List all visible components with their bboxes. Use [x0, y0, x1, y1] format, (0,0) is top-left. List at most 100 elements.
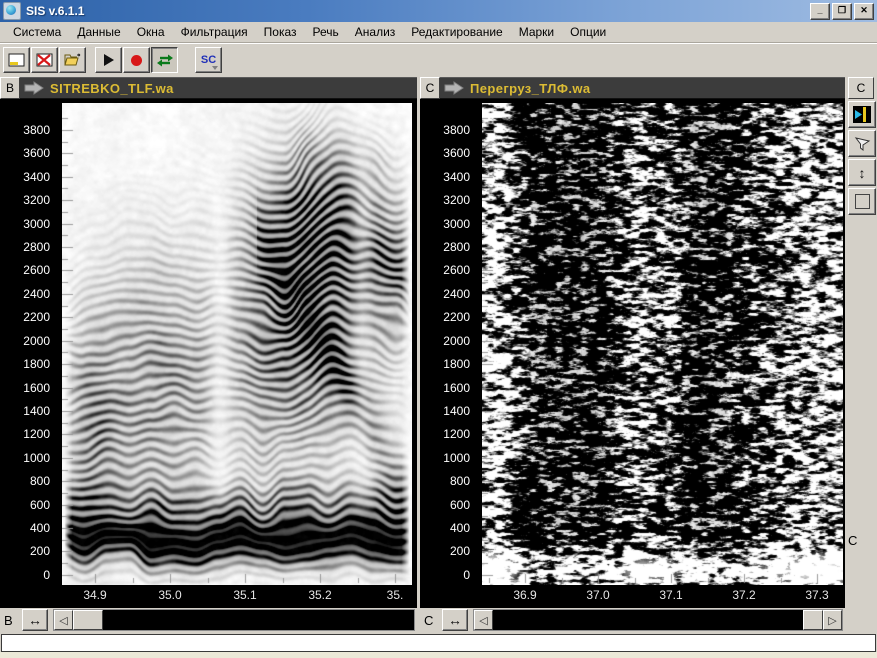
- x-tick-label: 37.3: [805, 588, 828, 602]
- panel-left-scroll-thumb[interactable]: [73, 610, 103, 630]
- menu-item-6[interactable]: Анализ: [347, 23, 404, 41]
- spectrogram-canvas-left[interactable]: [62, 103, 412, 585]
- y-tick-label: 2000: [420, 334, 470, 348]
- menu-item-2[interactable]: Окна: [129, 23, 173, 41]
- record-icon: [131, 55, 142, 66]
- y-tick-label: 400: [420, 521, 470, 535]
- panel-right-filename: Перегруз_ТЛФ.wa: [470, 81, 590, 96]
- menu-item-5[interactable]: Речь: [305, 23, 347, 41]
- status-bar: [1, 634, 876, 652]
- sc-button[interactable]: SC: [195, 47, 222, 73]
- panel-right-corner-button-far[interactable]: C: [848, 77, 874, 99]
- panel-left-scroll-track[interactable]: [103, 610, 414, 630]
- y-tick-label: 200: [0, 544, 50, 558]
- y-tick-label: 1600: [0, 381, 50, 395]
- y-tick-label: 3200: [0, 193, 50, 207]
- y-tick-label: 3200: [420, 193, 470, 207]
- y-tick-label: 2200: [0, 310, 50, 324]
- menu-item-7[interactable]: Редактирование: [403, 23, 510, 41]
- window-title: SIS v.6.1.1: [26, 4, 810, 18]
- x-tick-label: 35.2: [308, 588, 331, 602]
- spectrogram-panel-left: B SITREBKO_TLF.wa 3800360034003200300028…: [0, 77, 417, 632]
- new-window-button[interactable]: [3, 47, 30, 73]
- y-tick-label: 3400: [420, 170, 470, 184]
- y-tick-label: 1200: [420, 427, 470, 441]
- y-tick-label: 2400: [420, 287, 470, 301]
- selection-rect-button[interactable]: [848, 188, 876, 215]
- x-tick-label: 36.9: [513, 588, 536, 602]
- panel-right-scrollbar[interactable]: ◁ ▷: [473, 609, 843, 631]
- scroll-left-arrow-icon[interactable]: ◁: [54, 610, 73, 630]
- panel-left-fit-button[interactable]: ↔: [22, 609, 48, 631]
- panel-right-scroll-track[interactable]: [493, 610, 803, 630]
- y-tick-label: 1600: [420, 381, 470, 395]
- close-window-button[interactable]: [31, 47, 58, 73]
- bottom-strip: [0, 652, 877, 658]
- play-button[interactable]: [95, 47, 122, 73]
- playback-position-button[interactable]: [848, 101, 876, 128]
- y-tick-label: 2000: [0, 334, 50, 348]
- menu-item-3[interactable]: Фильтрация: [173, 23, 256, 41]
- menu-item-8[interactable]: Марки: [511, 23, 562, 41]
- scroll-right-arrow-icon[interactable]: ▷: [823, 610, 842, 630]
- panel-left-corner-button[interactable]: B: [0, 77, 20, 99]
- scroll-left-arrow-icon[interactable]: ◁: [474, 610, 493, 630]
- y-tick-label: 2600: [420, 263, 470, 277]
- open-file-button[interactable]: [59, 47, 86, 73]
- x-tick-label: 35.0: [158, 588, 181, 602]
- y-tick-label: 600: [0, 498, 50, 512]
- play-direction-icon: [444, 81, 465, 95]
- panel-left-filename: SITREBKO_TLF.wa: [50, 81, 174, 96]
- panel-right-fit-button[interactable]: ↔: [442, 609, 468, 631]
- y-tick-label: 400: [0, 521, 50, 535]
- y-tick-label: 1000: [420, 451, 470, 465]
- minimize-button[interactable]: _: [810, 3, 830, 20]
- menu-item-1[interactable]: Данные: [69, 23, 128, 41]
- y-tick-label: 3600: [420, 146, 470, 160]
- y-tick-label: 2800: [0, 240, 50, 254]
- y-tick-label: 800: [0, 474, 50, 488]
- menu-item-9[interactable]: Опции: [562, 23, 614, 41]
- record-button[interactable]: [123, 47, 150, 73]
- app-icon[interactable]: [3, 2, 21, 20]
- restore-button[interactable]: ❐: [832, 3, 852, 20]
- y-tick-label: 0: [0, 568, 50, 582]
- sc-label: SC: [201, 55, 216, 65]
- loop-button[interactable]: [151, 47, 178, 73]
- vertical-scale-button[interactable]: ↕: [848, 159, 876, 186]
- panel-right-titlebar[interactable]: Перегруз_ТЛФ.wa: [440, 77, 845, 99]
- x-tick-label: 37.1: [659, 588, 682, 602]
- panel-right-corner-button[interactable]: C: [420, 77, 440, 99]
- y-tick-label: 3800: [0, 123, 50, 137]
- rectangle-icon: [855, 194, 870, 209]
- y-tick-label: 1400: [0, 404, 50, 418]
- panel-right-scroll-thumb[interactable]: [803, 610, 823, 630]
- spectrogram-panel-right: C Перегруз_ТЛФ.wa 3800360034003200300028…: [420, 77, 845, 632]
- x-tick-label: 34.9: [83, 588, 106, 602]
- x-tick-label: 37.2: [732, 588, 755, 602]
- y-tick-label: 600: [420, 498, 470, 512]
- y-tick-label: 1200: [0, 427, 50, 441]
- open-folder-icon: [64, 53, 82, 67]
- y-tick-label: 1400: [420, 404, 470, 418]
- menu-item-4[interactable]: Показ: [256, 23, 305, 41]
- panel-left-titlebar[interactable]: SITREBKO_TLF.wa: [20, 77, 417, 99]
- close-button[interactable]: ✕: [854, 3, 874, 20]
- panel-right-scroll-row: C ↔ ◁ ▷: [420, 608, 845, 632]
- app-window: SIS v.6.1.1 _ ❐ ✕ СистемаДанныеОкнаФильт…: [0, 0, 877, 658]
- panel-right-scroll-label: C: [422, 613, 442, 628]
- title-bar[interactable]: SIS v.6.1.1 _ ❐ ✕: [0, 0, 877, 22]
- y-tick-label: 2400: [0, 287, 50, 301]
- panel-right-plot-region: 3800360034003200300028002600240022002000…: [420, 99, 845, 608]
- filter-button[interactable]: [848, 130, 876, 157]
- x-tick-label: 37.0: [586, 588, 609, 602]
- panel-left-scrollbar[interactable]: ◁: [53, 609, 415, 631]
- new-window-icon: [8, 53, 25, 67]
- loop-icon: [156, 53, 174, 68]
- y-tick-label: 2200: [420, 310, 470, 324]
- x-tick-label: 35.1: [233, 588, 256, 602]
- menu-item-0[interactable]: Система: [5, 23, 69, 41]
- spectrogram-canvas-right[interactable]: [482, 103, 843, 585]
- side-toolbar: C ↕ C: [845, 77, 877, 632]
- y-tick-label: 1800: [0, 357, 50, 371]
